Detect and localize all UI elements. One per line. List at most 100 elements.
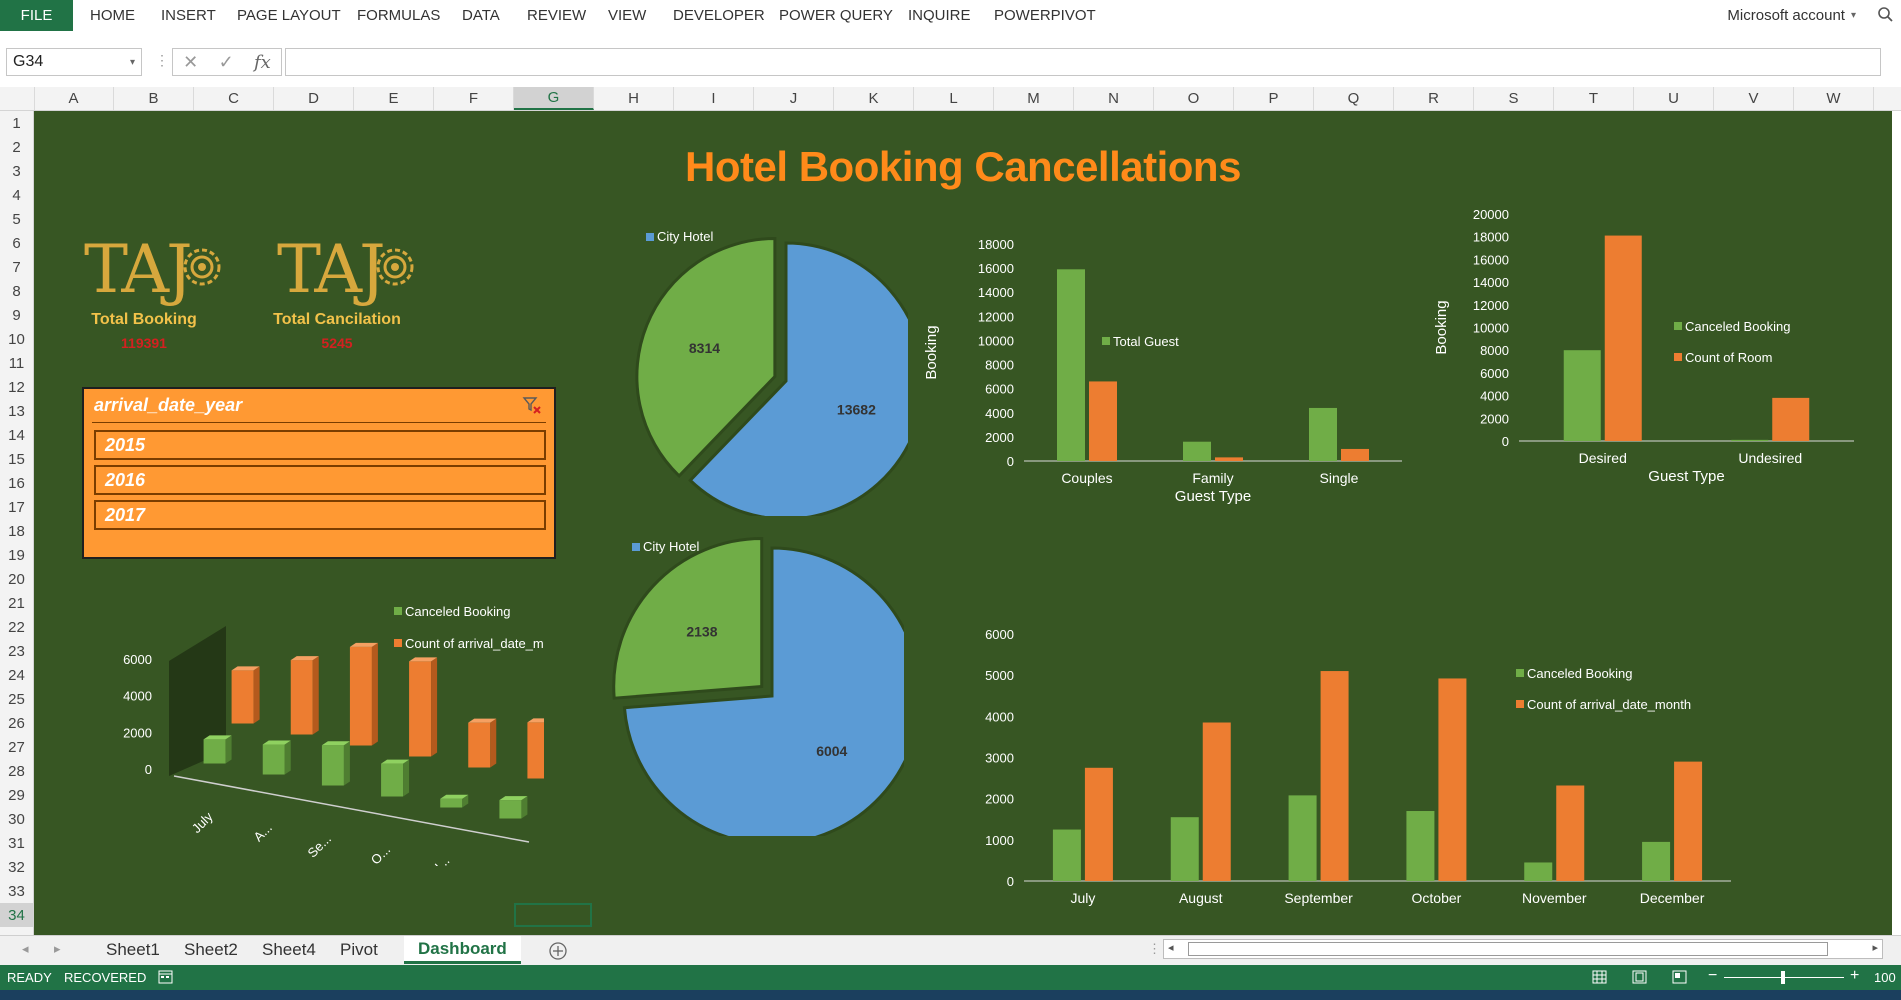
column-header-b[interactable]: B (114, 87, 194, 110)
column-header-v[interactable]: V (1714, 87, 1794, 110)
horizontal-scrollbar[interactable]: ◂ ▸ (1163, 939, 1883, 959)
search-icon[interactable] (1877, 6, 1893, 22)
row-header-25[interactable]: 25 (0, 687, 33, 711)
tab-sheet1[interactable]: Sheet1 (92, 936, 174, 964)
row-header-30[interactable]: 30 (0, 807, 33, 831)
tab-developer[interactable]: DEVELOPER (673, 0, 765, 31)
scroll-left-icon[interactable]: ◂ (1168, 941, 1174, 954)
tab-formulas[interactable]: FORMULAS (357, 0, 440, 31)
tab-power-query[interactable]: POWER QUERY (779, 0, 893, 31)
row-header-15[interactable]: 15 (0, 447, 33, 471)
formula-input[interactable] (285, 48, 1881, 76)
selected-cell-g34[interactable] (514, 903, 592, 927)
column-header-e[interactable]: E (354, 87, 434, 110)
row-header-10[interactable]: 10 (0, 327, 33, 351)
row-header-16[interactable]: 16 (0, 471, 33, 495)
row-header-3[interactable]: 3 (0, 159, 33, 183)
pie-chart-city-hotel-2[interactable]: 6004 2138 City Hotel (584, 526, 904, 836)
column-header-t[interactable]: T (1554, 87, 1634, 110)
column-header-o[interactable]: O (1154, 87, 1234, 110)
row-header-14[interactable]: 14 (0, 423, 33, 447)
column-header-f[interactable]: F (434, 87, 514, 110)
row-header-6[interactable]: 6 (0, 231, 33, 255)
splitter-icon[interactable]: ⋮ (1148, 941, 1161, 957)
column-header-j[interactable]: J (754, 87, 834, 110)
row-header-4[interactable]: 4 (0, 183, 33, 207)
tab-view[interactable]: VIEW (608, 0, 646, 31)
scrollbar-thumb[interactable] (1188, 942, 1828, 956)
column-header-q[interactable]: Q (1314, 87, 1394, 110)
prev-sheet-icon[interactable]: ◂ (22, 941, 29, 957)
column-header-s[interactable]: S (1474, 87, 1554, 110)
zoom-slider-thumb[interactable] (1781, 971, 1785, 984)
name-box[interactable]: G34 ▾ (6, 48, 142, 76)
row-header-13[interactable]: 13 (0, 399, 33, 423)
select-all-corner[interactable] (0, 87, 35, 110)
row-header-21[interactable]: 21 (0, 591, 33, 615)
row-header-17[interactable]: 17 (0, 495, 33, 519)
column-header-p[interactable]: P (1234, 87, 1314, 110)
tab-data[interactable]: DATA (462, 0, 500, 31)
row-header-26[interactable]: 26 (0, 711, 33, 735)
next-sheet-icon[interactable]: ▸ (54, 941, 61, 957)
row-header-11[interactable]: 11 (0, 351, 33, 375)
row-header-18[interactable]: 18 (0, 519, 33, 543)
row-header-2[interactable]: 2 (0, 135, 33, 159)
column-header-n[interactable]: N (1074, 87, 1154, 110)
slicer-item-2015[interactable]: 2015 (94, 430, 546, 460)
tab-sheet4[interactable]: Sheet4 (248, 936, 330, 964)
row-header-32[interactable]: 32 (0, 855, 33, 879)
column-header-m[interactable]: M (994, 87, 1074, 110)
row-header-34[interactable]: 34 (0, 903, 33, 927)
column-header-k[interactable]: K (834, 87, 914, 110)
row-header-29[interactable]: 29 (0, 783, 33, 807)
tab-pivot[interactable]: Pivot (326, 936, 392, 964)
account-menu[interactable]: Microsoft account ▾ (1727, 0, 1856, 31)
column-header-u[interactable]: U (1634, 87, 1714, 110)
pie-chart-city-hotel-1[interactable]: 13682 8314 City Hotel (598, 216, 908, 516)
column-header-r[interactable]: R (1394, 87, 1474, 110)
row-header-33[interactable]: 33 (0, 879, 33, 903)
column-chart-3d-monthly[interactable]: 0 2000 4000 6000 July A... Se... O... N... D... Ca… (74, 586, 544, 866)
page-break-view-icon[interactable] (1672, 970, 1687, 984)
column-header-d[interactable]: D (274, 87, 354, 110)
row-header-22[interactable]: 22 (0, 615, 33, 639)
tab-powerpivot[interactable]: POWERPIVOT (994, 0, 1096, 31)
page-layout-view-icon[interactable] (1632, 970, 1647, 984)
row-header-20[interactable]: 20 (0, 567, 33, 591)
zoom-in-icon[interactable]: + (1850, 967, 1859, 985)
column-header-h[interactable]: H (594, 87, 674, 110)
bar-chart-desired-undesired[interactable]: 0 2000 4000 6000 8000 10000 12000 14000 16000 180… (1424, 196, 1892, 496)
column-header-w[interactable]: W (1794, 87, 1874, 110)
row-header-19[interactable]: 19 (0, 543, 33, 567)
tab-sheet2[interactable]: Sheet2 (170, 936, 252, 964)
row-header-12[interactable]: 12 (0, 375, 33, 399)
row-header-9[interactable]: 9 (0, 303, 33, 327)
bar-chart-monthly[interactable]: 0 1000 2000 3000 4000 5000 6000 July August Septe… (934, 526, 1874, 916)
zoom-level[interactable]: 100 (1874, 970, 1896, 985)
enter-icon[interactable]: ✓ (219, 52, 234, 73)
file-tab[interactable]: FILE (0, 0, 73, 31)
slicer-item-2017[interactable]: 2017 (94, 500, 546, 530)
macro-record-icon[interactable] (158, 970, 173, 984)
tab-home[interactable]: HOME (90, 0, 135, 31)
column-header-a[interactable]: A (34, 87, 114, 110)
tab-dashboard[interactable]: Dashboard (404, 936, 521, 964)
slicer-item-2016[interactable]: 2016 (94, 465, 546, 495)
row-header-27[interactable]: 27 (0, 735, 33, 759)
row-header-7[interactable]: 7 (0, 255, 33, 279)
tab-page-layout[interactable]: PAGE LAYOUT (237, 0, 341, 31)
row-header-1[interactable]: 1 (0, 111, 33, 135)
row-header-24[interactable]: 24 (0, 663, 33, 687)
cancel-icon[interactable]: ✕ (183, 52, 198, 73)
row-header-8[interactable]: 8 (0, 279, 33, 303)
tab-inquire[interactable]: INQUIRE (908, 0, 971, 31)
clear-filter-icon[interactable] (522, 395, 542, 415)
column-header-i[interactable]: I (674, 87, 754, 110)
column-header-l[interactable]: L (914, 87, 994, 110)
tab-review[interactable]: REVIEW (527, 0, 586, 31)
scroll-right-icon[interactable]: ▸ (1872, 941, 1878, 954)
row-header-23[interactable]: 23 (0, 639, 33, 663)
chevron-down-icon[interactable]: ▾ (130, 57, 135, 68)
normal-view-icon[interactable] (1592, 970, 1607, 984)
